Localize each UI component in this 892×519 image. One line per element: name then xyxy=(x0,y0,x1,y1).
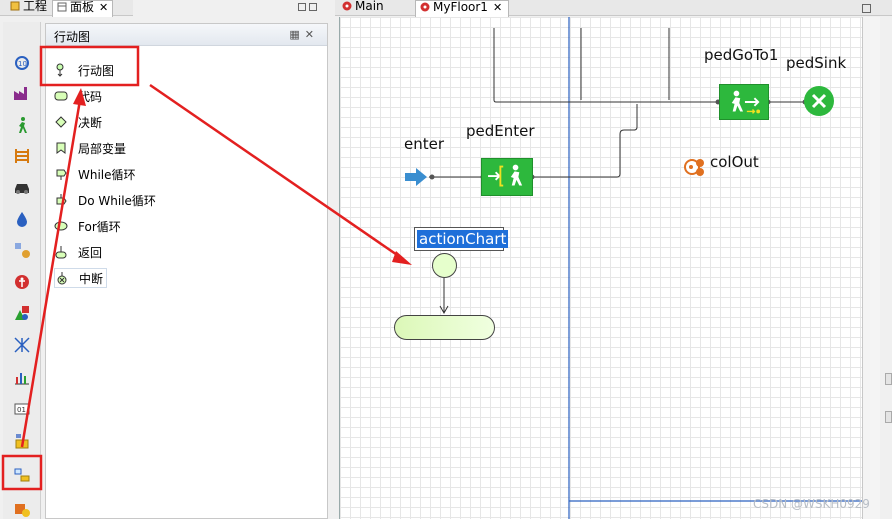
pedenter-icon xyxy=(488,164,523,187)
colout-block[interactable] xyxy=(684,156,708,178)
pedsink-label: pedSink xyxy=(786,54,847,72)
palette-item-local-variable[interactable]: 局部变量 xyxy=(54,138,126,158)
palette-item-do-while-loop[interactable]: Do While循环 xyxy=(54,190,156,210)
scroll-thumb[interactable] xyxy=(885,411,892,423)
actionchart-start-node[interactable] xyxy=(432,253,457,278)
editor-canvas[interactable] xyxy=(339,17,862,519)
enter-label: enter xyxy=(404,135,445,153)
svg-text:01: 01 xyxy=(17,406,26,414)
pedgoto-label: pedGoTo1 xyxy=(704,46,779,64)
while-loop-icon xyxy=(54,167,68,181)
for-loop-icon xyxy=(54,219,68,233)
watermark: CSDN @WSKH0929 xyxy=(753,497,870,511)
tab-project-label: 工程 xyxy=(23,0,48,13)
agent-type-icon xyxy=(420,2,430,12)
return-icon xyxy=(54,245,68,259)
tab-project[interactable]: 工程 xyxy=(10,0,47,16)
actionchart-name-text[interactable]: actionChart xyxy=(417,230,509,248)
close-icon xyxy=(811,93,827,109)
minimize-icon[interactable] xyxy=(298,3,306,11)
palette-item-label: 行动图 xyxy=(78,63,115,78)
palette-item-label: 返回 xyxy=(78,245,103,260)
minimize-icon[interactable] xyxy=(862,4,871,13)
tab-myfloor1[interactable]: MyFloor1 ✕ xyxy=(415,0,510,17)
tab-main[interactable]: Main xyxy=(342,0,384,16)
close-icon[interactable]: ✕ xyxy=(99,1,108,14)
pedenter-block[interactable] xyxy=(481,158,533,196)
palette-item-return[interactable]: 返回 xyxy=(54,242,102,262)
actionchart-name-editor[interactable]: actionChart xyxy=(414,227,509,251)
action-chart-category-icon[interactable] xyxy=(7,462,37,488)
palette-icon xyxy=(57,2,67,12)
car-icon[interactable] xyxy=(7,174,37,200)
pedsink-block[interactable] xyxy=(804,86,834,116)
close-icon[interactable]: ✕ xyxy=(493,1,502,14)
svg-text:10: 10 xyxy=(18,60,27,68)
palette-panel: 行动图 ▦✕ 行动图 代码 决断 局部变量 While循环 Do While循环… xyxy=(45,23,328,519)
canvas-margin xyxy=(862,17,880,519)
factory-icon[interactable] xyxy=(7,80,37,106)
accessibility-icon[interactable] xyxy=(7,269,37,295)
pedestrian-icon[interactable] xyxy=(7,112,37,138)
maximize-icon[interactable] xyxy=(309,3,317,11)
panel-controls[interactable]: ▦✕ xyxy=(289,28,319,41)
agent-icon[interactable] xyxy=(7,237,37,263)
tab-main-label: Main xyxy=(355,0,384,13)
enter-block[interactable] xyxy=(404,167,428,187)
network-icon[interactable] xyxy=(7,332,37,358)
palette-item-label: 中断 xyxy=(79,271,104,286)
rail-icon[interactable] xyxy=(7,143,37,169)
presentation-icon[interactable] xyxy=(7,428,37,454)
palette-item-label: 决断 xyxy=(78,115,103,130)
palette-item-label: 代码 xyxy=(78,89,103,104)
action-chart-icon xyxy=(54,63,68,77)
palette-item-while-loop[interactable]: While循环 xyxy=(54,164,136,184)
palette-item-decision[interactable]: 决断 xyxy=(54,112,102,132)
fluid-icon[interactable] xyxy=(7,206,37,232)
pedenter-label: pedEnter xyxy=(466,122,535,140)
panel-title: 行动图 xyxy=(54,30,91,44)
palette-item-label: Do While循环 xyxy=(78,193,156,208)
collection-icon xyxy=(684,159,704,176)
panel-header: 行动图 ▦✕ xyxy=(46,24,327,46)
analysis-chart-icon[interactable] xyxy=(7,364,37,390)
colout-label: colOut xyxy=(710,153,759,171)
agent-type-icon xyxy=(342,1,352,11)
palette-item-for-loop[interactable]: For循环 xyxy=(54,216,121,236)
scroll-thumb[interactable] xyxy=(885,373,892,385)
do-while-loop-icon xyxy=(54,193,68,207)
palette-category-toolbar: 10 01 xyxy=(3,22,41,519)
palette-item-label: For循环 xyxy=(78,219,121,234)
decision-icon xyxy=(54,115,68,129)
pedgoto-block[interactable] xyxy=(719,84,769,120)
pedgoto-icon xyxy=(731,90,761,114)
palette-item-code[interactable]: 代码 xyxy=(54,86,102,106)
tab-myfloor1-label: MyFloor1 xyxy=(433,0,488,14)
process-modeling-icon[interactable]: 10 xyxy=(7,50,37,76)
vertical-scrollbar[interactable] xyxy=(883,17,892,519)
palette-item-break[interactable]: 中断 xyxy=(54,268,108,288)
arrow-right-icon xyxy=(405,168,427,186)
local-variable-icon xyxy=(54,141,68,155)
tab-palette[interactable]: 面板 ✕ xyxy=(52,0,114,17)
project-icon xyxy=(10,1,20,11)
actionchart-code-block[interactable] xyxy=(394,315,495,340)
break-icon xyxy=(55,271,69,285)
pictures-icon[interactable] xyxy=(7,496,37,519)
shapes-icon[interactable] xyxy=(7,300,37,326)
left-tab-bar: 工程 面板 ✕ xyxy=(0,0,133,17)
code-icon xyxy=(54,89,68,103)
left-window-controls xyxy=(298,0,326,14)
palette-item-label: 局部变量 xyxy=(78,141,127,156)
tab-palette-label: 面板 xyxy=(70,0,95,14)
controls-icon[interactable]: 01 xyxy=(7,396,37,422)
palette-item-label: While循环 xyxy=(78,167,136,182)
palette-item-action-chart[interactable]: 行动图 xyxy=(54,60,114,80)
editor-tab-bar: Main MyFloor1 ✕ xyxy=(335,0,892,17)
editor-window-controls xyxy=(859,2,871,16)
